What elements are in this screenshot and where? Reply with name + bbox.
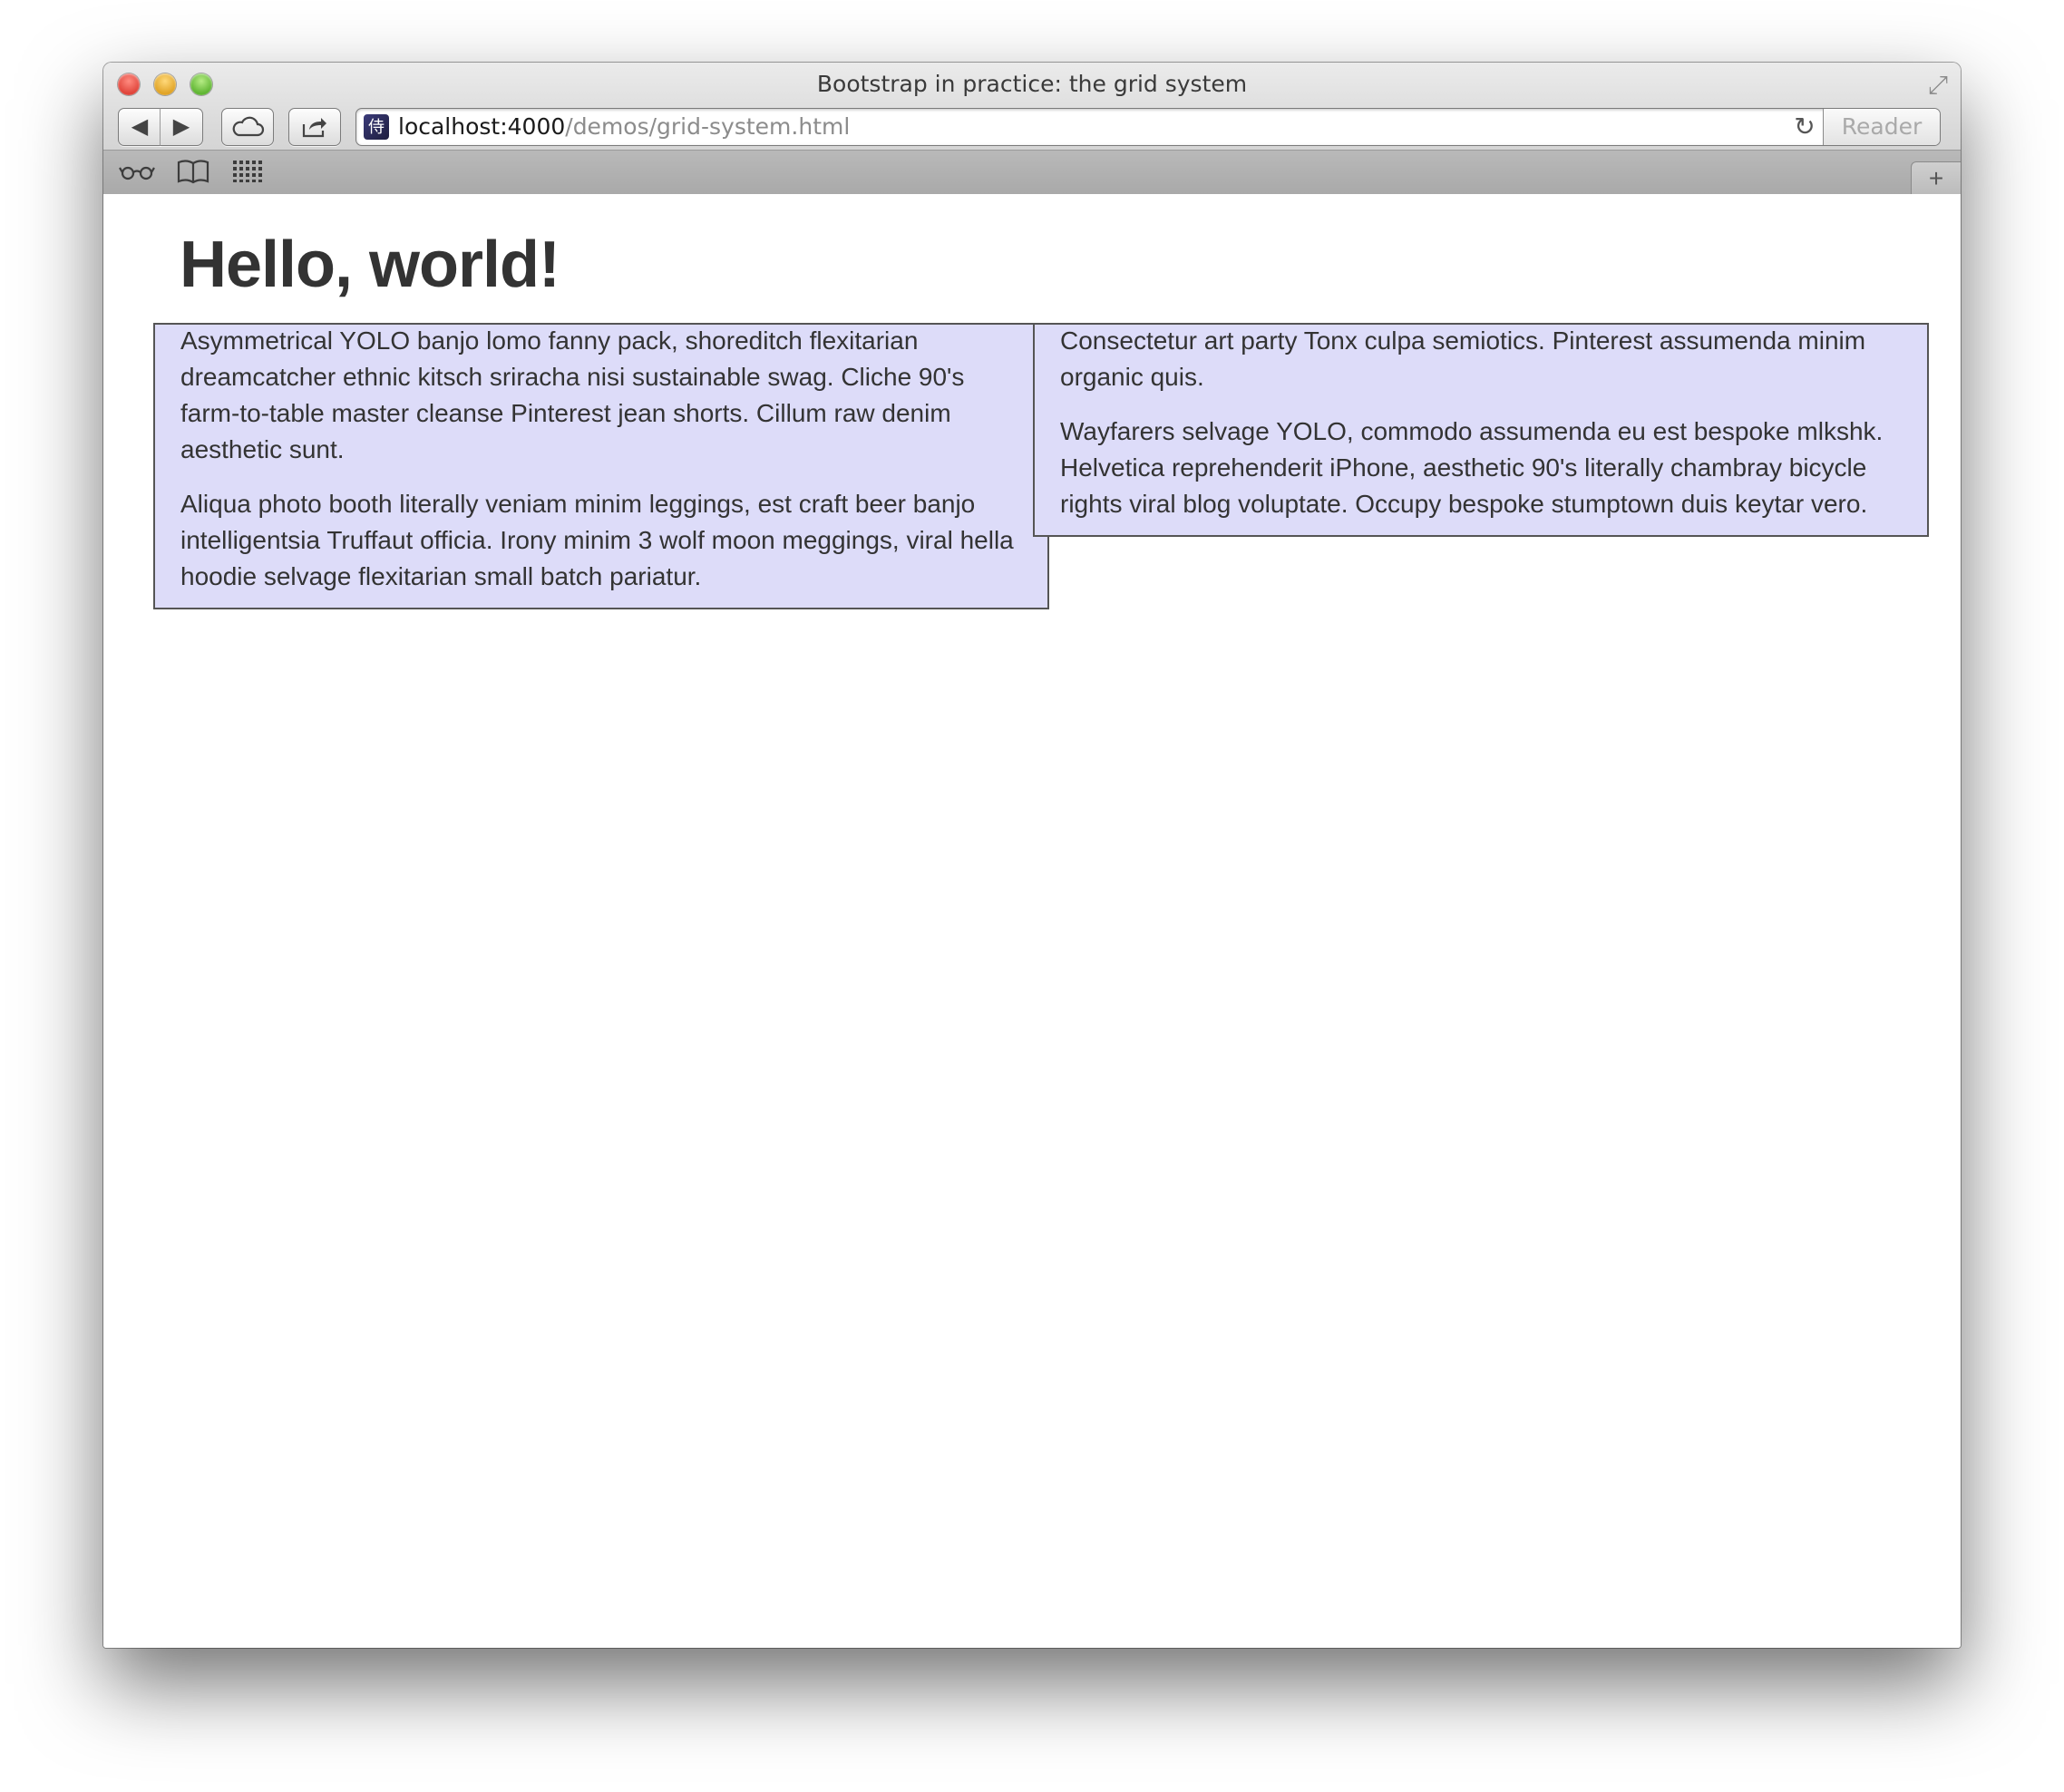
grid-icon[interactable] [229, 156, 267, 187]
forward-arrow-icon: ▶ [172, 114, 190, 139]
open-book-icon[interactable] [174, 156, 212, 187]
glasses-icon[interactable] [118, 156, 156, 187]
site-favicon-icon: 侍 [364, 114, 389, 140]
bookmarks-bar: + [103, 150, 1961, 195]
grid-column-right: Consectetur art party Tonx culpa semioti… [1033, 323, 1929, 537]
browser-chrome: Bootstrap in practice: the grid system ⤢… [103, 63, 1961, 195]
page-heading: Hello, world! [180, 229, 560, 301]
back-button[interactable]: ◀ [118, 108, 161, 146]
window-title: Bootstrap in practice: the grid system [816, 71, 1248, 97]
grid-column-left: Asymmetrical YOLO banjo lomo fanny pack,… [153, 323, 1049, 609]
fullscreen-arrows-icon[interactable]: ⤢ [1923, 70, 1953, 101]
forward-button[interactable]: ▶ [160, 108, 203, 146]
page-content: Hello, world! Asymmetrical YOLO banjo lo… [103, 194, 1961, 1648]
icloud-tabs-button[interactable] [221, 108, 274, 146]
address-bar[interactable]: 侍 localhost:4000/demos/grid-system.html … [355, 108, 1941, 146]
browser-window: Bootstrap in practice: the grid system ⤢… [103, 63, 1961, 1648]
column-paragraph: Consectetur art party Tonx culpa semioti… [1060, 326, 1866, 391]
reader-button[interactable]: Reader [1823, 109, 1940, 145]
url-path: /demos/grid-system.html [565, 113, 851, 140]
new-tab-button[interactable]: + [1911, 161, 1961, 195]
cloud-icon [232, 116, 265, 137]
share-button[interactable] [288, 108, 341, 146]
url-host: localhost:4000 [398, 113, 566, 140]
back-arrow-icon: ◀ [131, 114, 149, 139]
plus-icon: + [1928, 164, 1944, 192]
column-paragraph: Wayfarers selvage YOLO, commodo assumend… [1060, 417, 1884, 518]
url-text[interactable]: localhost:4000/demos/grid-system.html [398, 109, 850, 145]
share-icon [302, 118, 326, 138]
reload-icon[interactable]: ↻ [1789, 109, 1820, 145]
browser-toolbar: ◀ ▶ 侍 localhost:4000/demos/grid-system.h… [103, 106, 1961, 150]
title-bar[interactable]: Bootstrap in practice: the grid system ⤢ [103, 63, 1961, 106]
column-paragraph: Aliqua photo booth literally veniam mini… [180, 490, 1014, 590]
column-paragraph: Asymmetrical YOLO banjo lomo fanny pack,… [180, 326, 965, 463]
